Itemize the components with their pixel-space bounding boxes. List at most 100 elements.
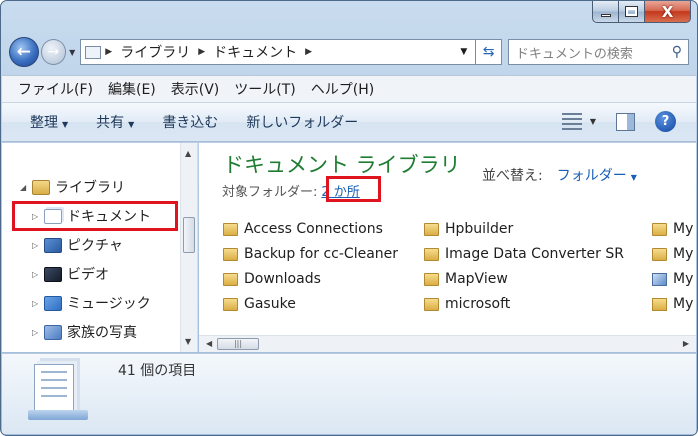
nav-scrollbar[interactable]: ▲ ▼ (180, 143, 197, 352)
organize-button[interactable]: 整理 ▼ (30, 112, 68, 132)
red-highlight-box (12, 201, 178, 231)
folder-icon (652, 222, 667, 236)
file-item[interactable]: Backup for cc-Cleaner (223, 246, 398, 262)
expand-arrow-icon[interactable]: ◢ (20, 183, 32, 192)
refresh-button[interactable]: ⇆ (476, 39, 502, 65)
shortcut-icon (652, 272, 667, 286)
file-item[interactable]: Image Data Converter SR (424, 246, 624, 262)
library-icon (32, 179, 50, 195)
videos-icon (44, 266, 62, 282)
folder-icon (223, 222, 238, 236)
tree-item-music[interactable]: ▷ ミュージック (32, 293, 151, 313)
menu-tools[interactable]: ツール(T) (234, 79, 295, 99)
breadcrumb-libraries[interactable]: ライブラリ (120, 42, 190, 62)
share-button[interactable]: 共有 ▼ (96, 112, 134, 132)
folder-icon (424, 247, 439, 261)
address-row: ← → ▼ ▶ ライブラリ ▶ ドキュメント ▶ ▼ ⇆ ドキュメントの検索 ⚲ (9, 35, 689, 69)
family-photos-icon (44, 324, 62, 340)
scroll-up-icon[interactable]: ▲ (185, 149, 191, 158)
views-dropdown[interactable]: ▼ (590, 117, 596, 126)
content-scrollbar[interactable]: ◀ ||| ▶ (199, 335, 696, 352)
file-name: Downloads (244, 271, 321, 287)
locked-folder-icon (652, 297, 667, 311)
burn-button[interactable]: 書き込む (162, 112, 218, 132)
folder-icon (424, 272, 439, 286)
file-name: MapView (445, 271, 508, 287)
preview-pane-icon[interactable] (616, 112, 635, 131)
file-name: My (673, 246, 694, 262)
refresh-icon: ⇆ (482, 44, 495, 60)
red-highlight-box (326, 176, 381, 202)
tree-item-libraries[interactable]: ◢ ライブラリ (20, 177, 125, 197)
breadcrumb-separator[interactable]: ▶ (198, 47, 205, 57)
folder-icon (424, 297, 439, 311)
share-label: 共有 (96, 115, 125, 131)
address-bar[interactable]: ▶ ライブラリ ▶ ドキュメント ▶ ▼ (80, 39, 477, 65)
file-name: Image Data Converter SR (445, 246, 624, 262)
search-icon[interactable]: ⚲ (672, 44, 682, 60)
minimize-button[interactable] (592, 1, 619, 23)
library-base-icon (28, 410, 88, 420)
collapse-arrow-icon[interactable]: ▷ (32, 241, 44, 250)
menu-file[interactable]: ファイル(F) (18, 79, 93, 99)
breadcrumb-documents[interactable]: ドキュメント (213, 42, 297, 62)
folder-icon (223, 297, 238, 311)
folder-icon (223, 272, 238, 286)
menu-help[interactable]: ヘルプ(H) (311, 79, 374, 99)
scroll-left-icon[interactable]: ◀ (206, 339, 212, 348)
file-name: My (673, 271, 694, 287)
file-item[interactable]: microsoft (424, 296, 510, 312)
scroll-thumb[interactable] (183, 217, 195, 253)
arrange-by: 並べ替え: フォルダー ▼ (482, 165, 637, 185)
recent-pages-button[interactable]: ▼ (69, 48, 75, 57)
content-pane: ドキュメント ライブラリ 対象フォルダー: 2 か所 並べ替え: フォルダー ▼ Ac… (199, 143, 696, 352)
collapse-arrow-icon[interactable]: ▷ (32, 270, 44, 279)
arrange-dropdown[interactable]: フォルダー (557, 168, 627, 184)
file-name: Access Connections (244, 221, 383, 237)
maximize-icon (625, 6, 638, 17)
folder-icon (223, 247, 238, 261)
file-item[interactable]: My (652, 221, 693, 237)
documents-large-icon (34, 364, 74, 416)
file-name: Backup for cc-Cleaner (244, 246, 399, 262)
close-button[interactable]: X (645, 1, 691, 23)
navigation-pane: ◢ ライブラリ ▷ ドキュメント ▷ ピクチャ ▷ ビデオ ▷ ミュージック ▷ (2, 143, 198, 352)
file-name: microsoft (445, 296, 511, 312)
collapse-arrow-icon[interactable]: ▷ (32, 328, 44, 337)
search-input[interactable]: ドキュメントの検索 ⚲ (507, 39, 689, 65)
file-item[interactable]: My (652, 246, 693, 262)
file-item[interactable]: Gasuke (223, 296, 296, 312)
scroll-down-icon[interactable]: ▼ (185, 337, 191, 346)
back-button[interactable]: ← (9, 37, 39, 67)
breadcrumb-separator[interactable]: ▶ (105, 47, 112, 57)
scroll-thumb[interactable]: ||| (217, 338, 259, 350)
menu-edit[interactable]: 編集(E) (108, 79, 156, 99)
chevron-down-icon[interactable]: ▼ (631, 173, 637, 182)
forward-button[interactable]: → (40, 39, 67, 65)
tree-label: ライブラリ (55, 180, 125, 196)
collapse-arrow-icon[interactable]: ▷ (32, 299, 44, 308)
file-item[interactable]: Downloads (223, 271, 321, 287)
scroll-right-icon[interactable]: ▶ (683, 339, 689, 348)
maximize-button[interactable] (619, 1, 645, 23)
file-item[interactable]: MapView (424, 271, 508, 287)
menu-bar: ファイル(F) 編集(E) 表示(V) ツール(T) ヘルプ(H) (2, 75, 696, 102)
menu-view[interactable]: 表示(V) (171, 79, 220, 99)
file-name: My (673, 296, 694, 312)
file-item[interactable]: My (652, 271, 693, 287)
arrange-label: 並べ替え: (482, 168, 543, 184)
help-icon[interactable]: ? (655, 111, 676, 132)
file-item[interactable]: Hpbuilder (424, 221, 513, 237)
tree-item-family-photos[interactable]: ▷ 家族の写真 (32, 322, 137, 342)
file-item[interactable]: Access Connections (223, 221, 383, 237)
chevron-down-icon[interactable]: ▼ (460, 47, 467, 57)
file-name: Gasuke (244, 296, 296, 312)
views-icon[interactable] (561, 112, 582, 131)
tree-label: ミュージック (67, 296, 151, 312)
tree-item-videos[interactable]: ▷ ビデオ (32, 264, 109, 284)
includes-label: 対象フォルダー: (222, 185, 318, 200)
new-folder-button[interactable]: 新しいフォルダー (246, 112, 358, 132)
breadcrumb-separator[interactable]: ▶ (305, 47, 312, 57)
file-item[interactable]: My (652, 296, 693, 312)
tree-item-pictures[interactable]: ▷ ピクチャ (32, 235, 123, 255)
